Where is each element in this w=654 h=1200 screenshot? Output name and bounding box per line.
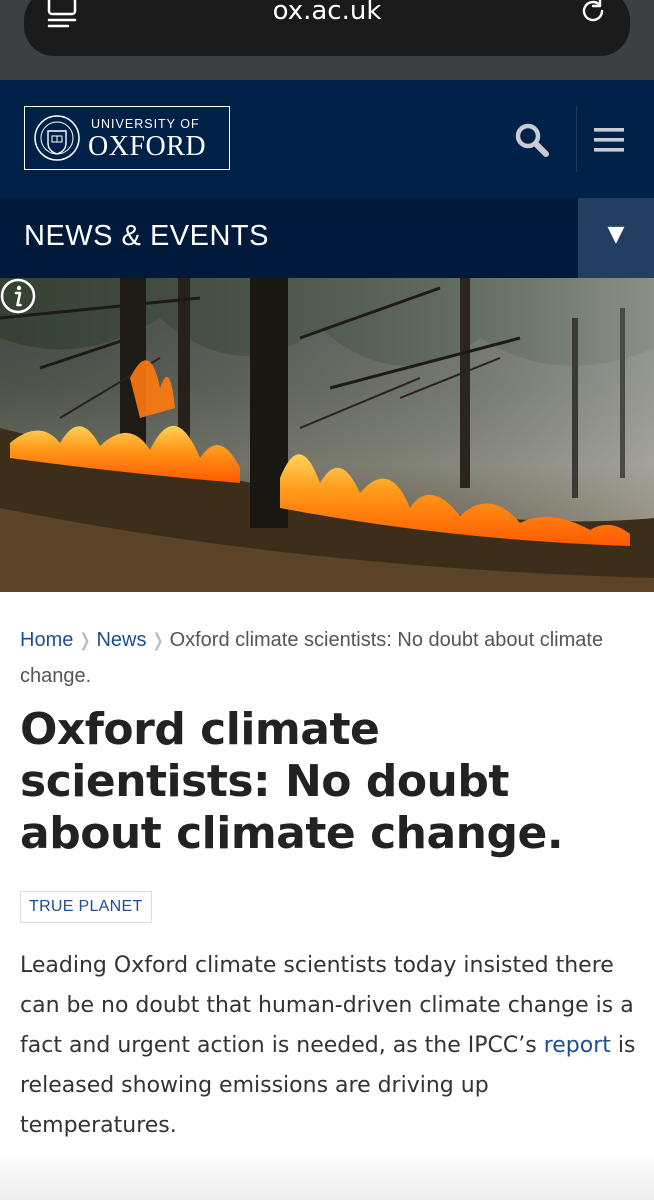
hero-image: [0, 278, 654, 592]
breadcrumb: Home ❭ News ❭ Oxford climate scientists: No …: [20, 622, 620, 694]
lead-text-start: Leading Oxford climate scientists today …: [20, 953, 634, 1058]
logo-oxford: OXFORD: [88, 131, 207, 162]
url-text[interactable]: ox.ac.uk: [24, 0, 630, 26]
report-link[interactable]: report: [544, 1033, 611, 1058]
topic-tag[interactable]: TRUE PLANET: [20, 891, 152, 923]
dropdown-arrow-icon: ▼: [607, 222, 625, 247]
breadcrumb-home[interactable]: Home: [20, 629, 73, 651]
search-icon[interactable]: [514, 122, 550, 158]
oxford-logo[interactable]: UNIVERSITY OF OXFORD: [24, 106, 230, 170]
header-divider: [576, 106, 577, 172]
forest-fire-illustration: [0, 278, 654, 592]
info-icon[interactable]: [0, 278, 36, 314]
section-title[interactable]: NEWS & EVENTS: [24, 220, 269, 253]
crest-icon: [34, 115, 80, 161]
section-dropdown-button[interactable]: ▼: [578, 198, 654, 278]
logo-university-of: UNIVERSITY OF: [91, 117, 200, 131]
article-lead: Leading Oxford climate scientists today …: [20, 946, 640, 1146]
chevron-right-icon: ❭: [77, 630, 93, 650]
hamburger-menu-icon[interactable]: [594, 126, 624, 154]
breadcrumb-news[interactable]: News: [96, 629, 146, 651]
site-header: UNIVERSITY OF OXFORD: [0, 80, 654, 198]
reload-icon[interactable]: [578, 0, 608, 26]
chevron-right-icon: ❭: [150, 630, 166, 650]
bottom-fade: [0, 1150, 654, 1200]
article-title: Oxford climate scientists: No doubt abou…: [20, 704, 564, 859]
address-bar[interactable]: ox.ac.uk: [24, 0, 630, 56]
browser-toolbar: ox.ac.uk: [0, 0, 654, 80]
section-nav-bar: NEWS & EVENTS ▼: [0, 198, 654, 278]
